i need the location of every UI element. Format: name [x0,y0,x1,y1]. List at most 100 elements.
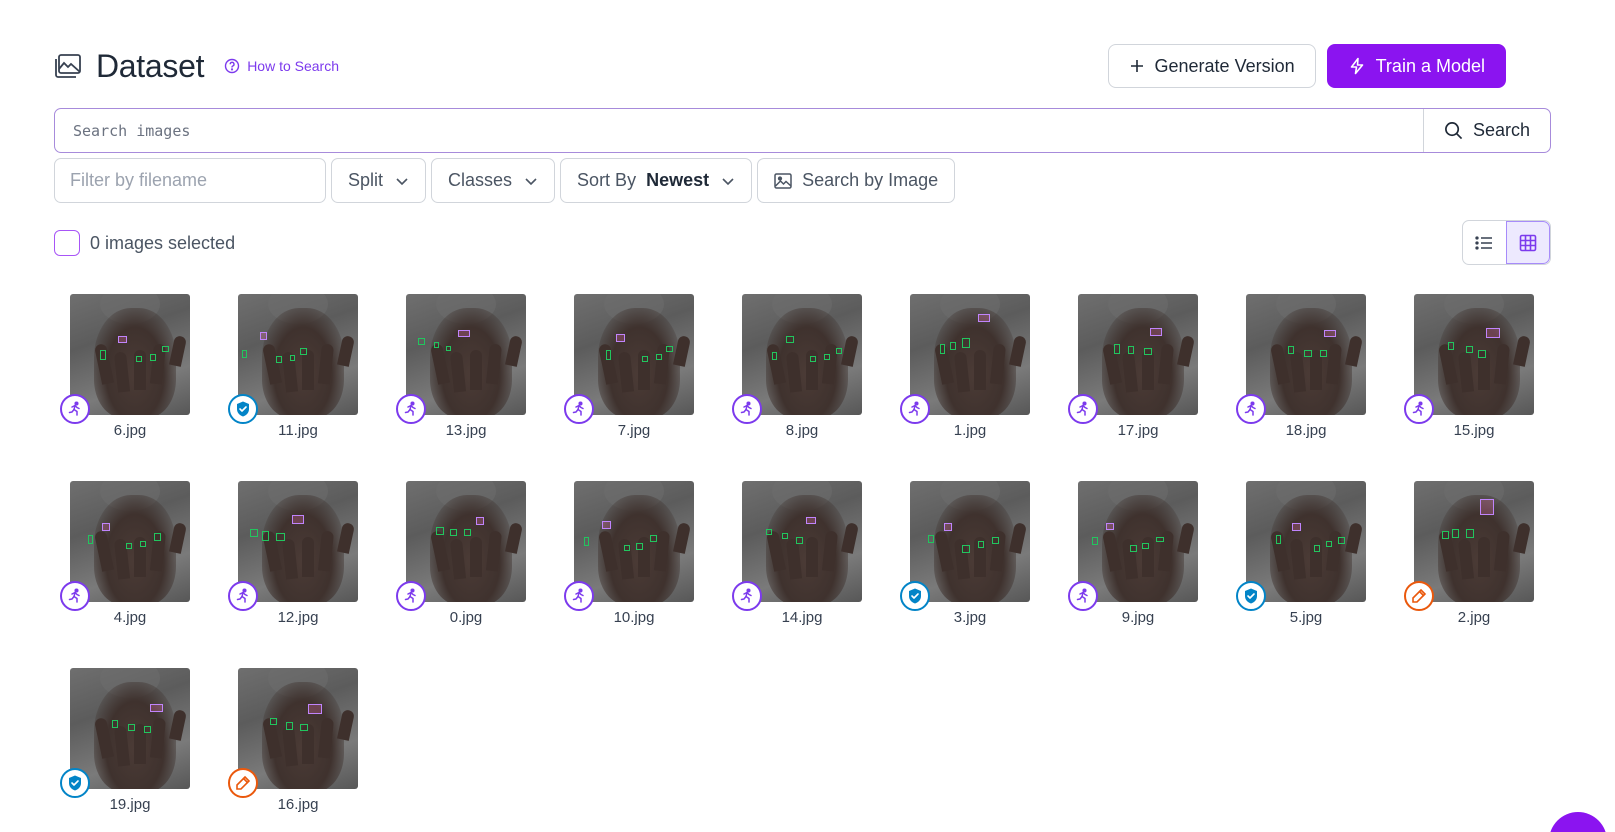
how-to-search-label: How to Search [247,58,340,74]
sort-by-label: Sort By [577,170,637,190]
image-thumbnail[interactable] [574,481,694,602]
image-thumbnail[interactable] [910,294,1030,415]
image-card[interactable]: 16.jpg [222,668,390,832]
search-by-image-label: Search by Image [802,170,939,190]
image-filename: 13.jpg [445,422,487,439]
image-card[interactable]: 6.jpg [54,294,222,461]
running-figure-icon [564,394,594,424]
sort-dropdown[interactable]: Sort By Newest [560,158,753,203]
image-card[interactable]: 5.jpg [1230,481,1398,648]
image-card[interactable]: 3.jpg [894,481,1062,648]
shield-check-icon [60,768,90,798]
filename-filter-input[interactable] [55,159,325,202]
image-card[interactable]: 15.jpg [1398,294,1566,461]
running-figure-icon [396,394,426,424]
running-figure-icon [732,581,762,611]
how-to-search-link[interactable]: How to Search [224,58,339,74]
image-thumbnail[interactable] [1246,294,1366,415]
image-filename: 5.jpg [1289,609,1323,626]
train-model-button[interactable]: Train a Model [1326,44,1506,88]
image-card[interactable]: 1.jpg [894,294,1062,461]
image-filename: 11.jpg [278,422,318,439]
select-all-checkbox[interactable] [54,230,80,256]
image-thumbnail[interactable] [238,668,358,789]
image-card[interactable]: 13.jpg [390,294,558,461]
search-button[interactable]: Search [1423,109,1550,152]
image-card[interactable]: 11.jpg [222,294,390,461]
split-dropdown[interactable]: Split [331,158,427,203]
image-card[interactable]: 12.jpg [222,481,390,648]
image-icon [774,172,792,189]
image-filename: 2.jpg [1457,609,1491,626]
image-card[interactable]: 4.jpg [54,481,222,648]
image-card[interactable]: 2.jpg [1398,481,1566,648]
generate-version-button[interactable]: Generate Version [1107,44,1316,88]
classes-dropdown[interactable]: Classes [431,158,556,203]
search-button-label: Search [1472,120,1531,140]
running-figure-icon [1404,394,1434,424]
image-card[interactable]: 10.jpg [558,481,726,648]
grid-icon [1519,234,1537,251]
image-filename: 9.jpg [1121,609,1155,626]
view-toggle [1462,220,1551,265]
image-thumbnail[interactable] [742,294,862,415]
image-filename: 6.jpg [113,422,147,439]
image-thumbnail[interactable] [70,481,190,602]
list-icon [1475,235,1493,250]
search-by-image-button[interactable]: Search by Image [757,158,956,203]
classes-label: Classes [448,170,513,190]
image-card[interactable]: 0.jpg [390,481,558,648]
running-figure-icon [900,394,930,424]
generate-version-label: Generate Version [1154,55,1295,76]
image-thumbnail[interactable] [910,481,1030,602]
image-card[interactable]: 18.jpg [1230,294,1398,461]
image-thumbnail[interactable] [742,481,862,602]
image-filename: 17.jpg [1117,422,1159,439]
running-figure-icon [60,581,90,611]
page-title: Dataset [96,47,205,84]
list-view-button[interactable] [1463,221,1506,264]
grid-view-button[interactable] [1505,221,1550,264]
image-card[interactable]: 14.jpg [726,481,894,648]
image-thumbnail[interactable] [1414,294,1534,415]
image-filename: 14.jpg [781,609,823,626]
image-thumbnail[interactable] [70,294,190,415]
search-input[interactable] [55,109,1423,152]
image-thumbnail[interactable] [406,294,526,415]
image-thumbnail[interactable] [1414,481,1534,602]
pencil-icon [228,768,258,798]
image-filename: 18.jpg [1285,422,1327,439]
running-figure-icon [396,581,426,611]
running-figure-icon [1068,394,1098,424]
shield-check-icon [900,581,930,611]
image-card[interactable]: 7.jpg [558,294,726,461]
image-filename: 15.jpg [1453,422,1495,439]
image-thumbnail[interactable] [70,668,190,789]
image-card[interactable]: 19.jpg [54,668,222,832]
image-card[interactable]: 8.jpg [726,294,894,461]
image-thumbnail[interactable] [406,481,526,602]
lightning-icon [1350,57,1363,75]
filename-filter [54,158,326,203]
image-thumbnail[interactable] [238,294,358,415]
image-thumbnail[interactable] [1246,481,1366,602]
image-thumbnail[interactable] [1078,294,1198,415]
selection-row: 0 images selected [54,230,235,256]
selected-count: 0 images selected [90,232,236,253]
running-figure-icon [1068,581,1098,611]
image-thumbnail[interactable] [1078,481,1198,602]
plus-icon [1130,60,1143,72]
image-card[interactable]: 9.jpg [1062,481,1230,648]
image-card[interactable]: 17.jpg [1062,294,1230,461]
image-filename: 12.jpg [277,609,319,626]
image-filename: 7.jpg [617,422,651,439]
running-figure-icon [1236,394,1266,424]
image-thumbnail[interactable] [238,481,358,602]
chevron-down-icon [396,177,408,185]
running-figure-icon [732,394,762,424]
image-grid: 6.jpg 11.jpg 13.jpg 7.jpg 8.jpg 1.jpg 17.jpg 18… [54,294,1567,832]
image-filename: 16.jpg [277,796,319,813]
image-filename: 1.jpg [953,422,987,439]
running-figure-icon [60,394,90,424]
image-thumbnail[interactable] [574,294,694,415]
